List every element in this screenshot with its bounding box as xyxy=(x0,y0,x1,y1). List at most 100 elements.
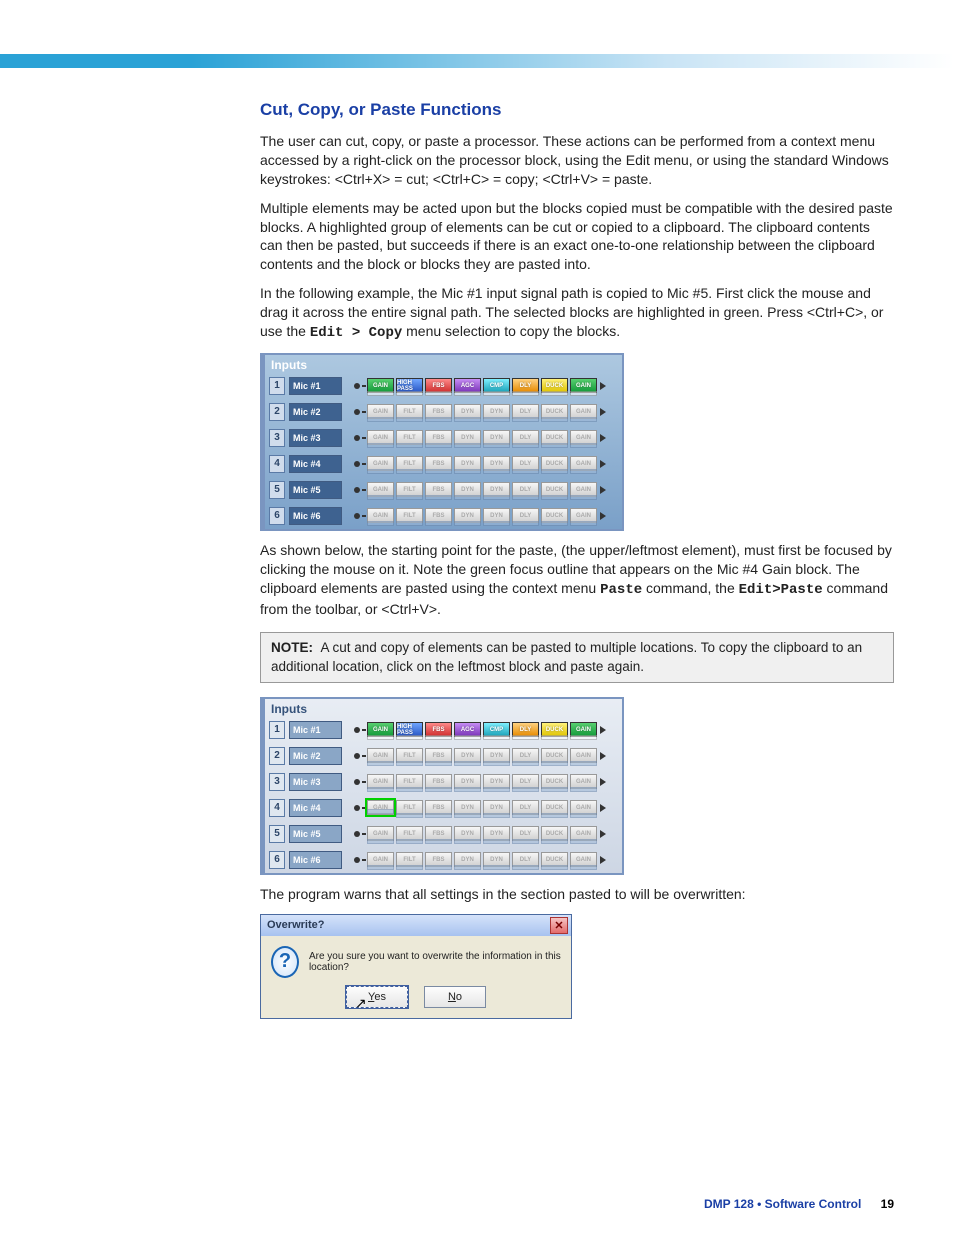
processor-block[interactable]: GAIN xyxy=(570,722,597,737)
processor-block[interactable]: DLY xyxy=(512,482,539,497)
processor-block[interactable]: FILT xyxy=(396,748,423,763)
row-label[interactable]: Mic #1 xyxy=(289,721,342,739)
processor-block[interactable]: FBS xyxy=(425,404,452,419)
processor-block[interactable]: DYN xyxy=(483,826,510,841)
processor-block[interactable]: DUCK xyxy=(541,826,568,841)
processor-block[interactable]: DUCK xyxy=(541,430,568,445)
processor-block[interactable]: DLY xyxy=(512,404,539,419)
processor-block[interactable]: DUCK xyxy=(541,404,568,419)
processor-block[interactable]: FILT xyxy=(396,800,423,815)
processor-block[interactable]: GAIN xyxy=(570,482,597,497)
processor-block[interactable]: GAIN xyxy=(367,852,394,867)
row-label[interactable]: Mic #3 xyxy=(289,773,342,791)
processor-block[interactable]: DYN xyxy=(454,800,481,815)
row-label[interactable]: Mic #4 xyxy=(289,799,342,817)
processor-block[interactable]: DUCK xyxy=(541,508,568,523)
processor-block[interactable]: DYN xyxy=(454,748,481,763)
processor-block[interactable]: DYN xyxy=(454,456,481,471)
processor-block[interactable]: DLY xyxy=(512,800,539,815)
processor-block[interactable]: DYN xyxy=(483,800,510,815)
processor-block[interactable]: DUCK xyxy=(541,456,568,471)
processor-block[interactable]: GAIN xyxy=(367,404,394,419)
processor-block[interactable]: GAIN xyxy=(367,508,394,523)
close-icon[interactable]: ✕ xyxy=(550,917,568,934)
processor-block[interactable]: DYN xyxy=(483,774,510,789)
processor-block[interactable]: FBS xyxy=(425,852,452,867)
processor-block[interactable]: FBS xyxy=(425,378,452,393)
row-label[interactable]: Mic #5 xyxy=(289,481,342,499)
processor-block[interactable]: GAIN xyxy=(367,430,394,445)
processor-block[interactable]: GAIN xyxy=(570,378,597,393)
processor-block[interactable]: FBS xyxy=(425,456,452,471)
processor-block[interactable]: GAIN xyxy=(570,800,597,815)
processor-block[interactable]: DYN xyxy=(454,482,481,497)
processor-block[interactable]: DLY xyxy=(512,722,539,737)
processor-block[interactable]: DLY xyxy=(512,826,539,841)
processor-block[interactable]: GAIN xyxy=(367,774,394,789)
processor-block[interactable]: FILT xyxy=(396,430,423,445)
processor-block[interactable]: FBS xyxy=(425,826,452,841)
processor-block[interactable]: DYN xyxy=(454,404,481,419)
processor-block[interactable]: GAIN xyxy=(570,508,597,523)
processor-block[interactable]: GAIN xyxy=(367,378,394,393)
processor-block[interactable]: GAIN xyxy=(367,722,394,737)
row-label[interactable]: Mic #6 xyxy=(289,507,342,525)
processor-block[interactable]: DLY xyxy=(512,378,539,393)
processor-block[interactable]: GAIN xyxy=(570,852,597,867)
processor-block[interactable]: GAIN xyxy=(570,774,597,789)
processor-block[interactable]: DUCK xyxy=(541,774,568,789)
processor-block[interactable]: GAIN xyxy=(367,800,394,815)
processor-block[interactable]: CMP xyxy=(483,722,510,737)
processor-block[interactable]: FILT xyxy=(396,456,423,471)
processor-block[interactable]: GAIN xyxy=(367,826,394,841)
processor-block[interactable]: DLY xyxy=(512,508,539,523)
row-label[interactable]: Mic #6 xyxy=(289,851,342,869)
row-label[interactable]: Mic #3 xyxy=(289,429,342,447)
processor-block[interactable]: AGC xyxy=(454,722,481,737)
processor-block[interactable]: DYN xyxy=(454,508,481,523)
processor-block[interactable]: FILT xyxy=(396,852,423,867)
processor-block[interactable]: FILT xyxy=(396,404,423,419)
processor-block[interactable]: DLY xyxy=(512,456,539,471)
processor-block[interactable]: DYN xyxy=(483,404,510,419)
processor-block[interactable]: DYN xyxy=(483,482,510,497)
processor-block[interactable]: DYN xyxy=(483,748,510,763)
processor-block[interactable]: DLY xyxy=(512,748,539,763)
processor-block[interactable]: DYN xyxy=(454,852,481,867)
no-button[interactable]: No xyxy=(424,986,486,1008)
processor-block[interactable]: GAIN xyxy=(570,404,597,419)
processor-block[interactable]: DYN xyxy=(483,430,510,445)
processor-block[interactable]: DUCK xyxy=(541,852,568,867)
processor-block[interactable]: GAIN xyxy=(367,748,394,763)
processor-block[interactable]: DYN xyxy=(454,774,481,789)
row-label[interactable]: Mic #1 xyxy=(289,377,342,395)
processor-block[interactable]: FILT xyxy=(396,508,423,523)
processor-block[interactable]: DLY xyxy=(512,774,539,789)
processor-block[interactable]: DUCK xyxy=(541,378,568,393)
processor-block[interactable]: CMP xyxy=(483,378,510,393)
processor-block[interactable]: DYN xyxy=(483,508,510,523)
processor-block[interactable]: GAIN xyxy=(570,430,597,445)
processor-block[interactable]: DYN xyxy=(454,826,481,841)
processor-block[interactable]: DLY xyxy=(512,430,539,445)
processor-block[interactable]: GAIN xyxy=(570,456,597,471)
processor-block[interactable]: FILT xyxy=(396,826,423,841)
processor-block[interactable]: DYN xyxy=(483,852,510,867)
row-label[interactable]: Mic #4 xyxy=(289,455,342,473)
row-label[interactable]: Mic #5 xyxy=(289,825,342,843)
processor-block[interactable]: FBS xyxy=(425,774,452,789)
processor-block[interactable]: FBS xyxy=(425,748,452,763)
processor-block[interactable]: FBS xyxy=(425,508,452,523)
processor-block[interactable]: HIGH PASS xyxy=(396,722,423,737)
processor-block[interactable]: FBS xyxy=(425,800,452,815)
processor-block[interactable]: DUCK xyxy=(541,482,568,497)
processor-block[interactable]: GAIN xyxy=(570,826,597,841)
processor-block[interactable]: DYN xyxy=(454,430,481,445)
processor-block[interactable]: DYN xyxy=(483,456,510,471)
processor-block[interactable]: DLY xyxy=(512,852,539,867)
row-label[interactable]: Mic #2 xyxy=(289,403,342,421)
processor-block[interactable]: DUCK xyxy=(541,722,568,737)
processor-block[interactable]: GAIN xyxy=(570,748,597,763)
processor-block[interactable]: DUCK xyxy=(541,748,568,763)
yes-button[interactable]: Yes xyxy=(346,986,408,1008)
